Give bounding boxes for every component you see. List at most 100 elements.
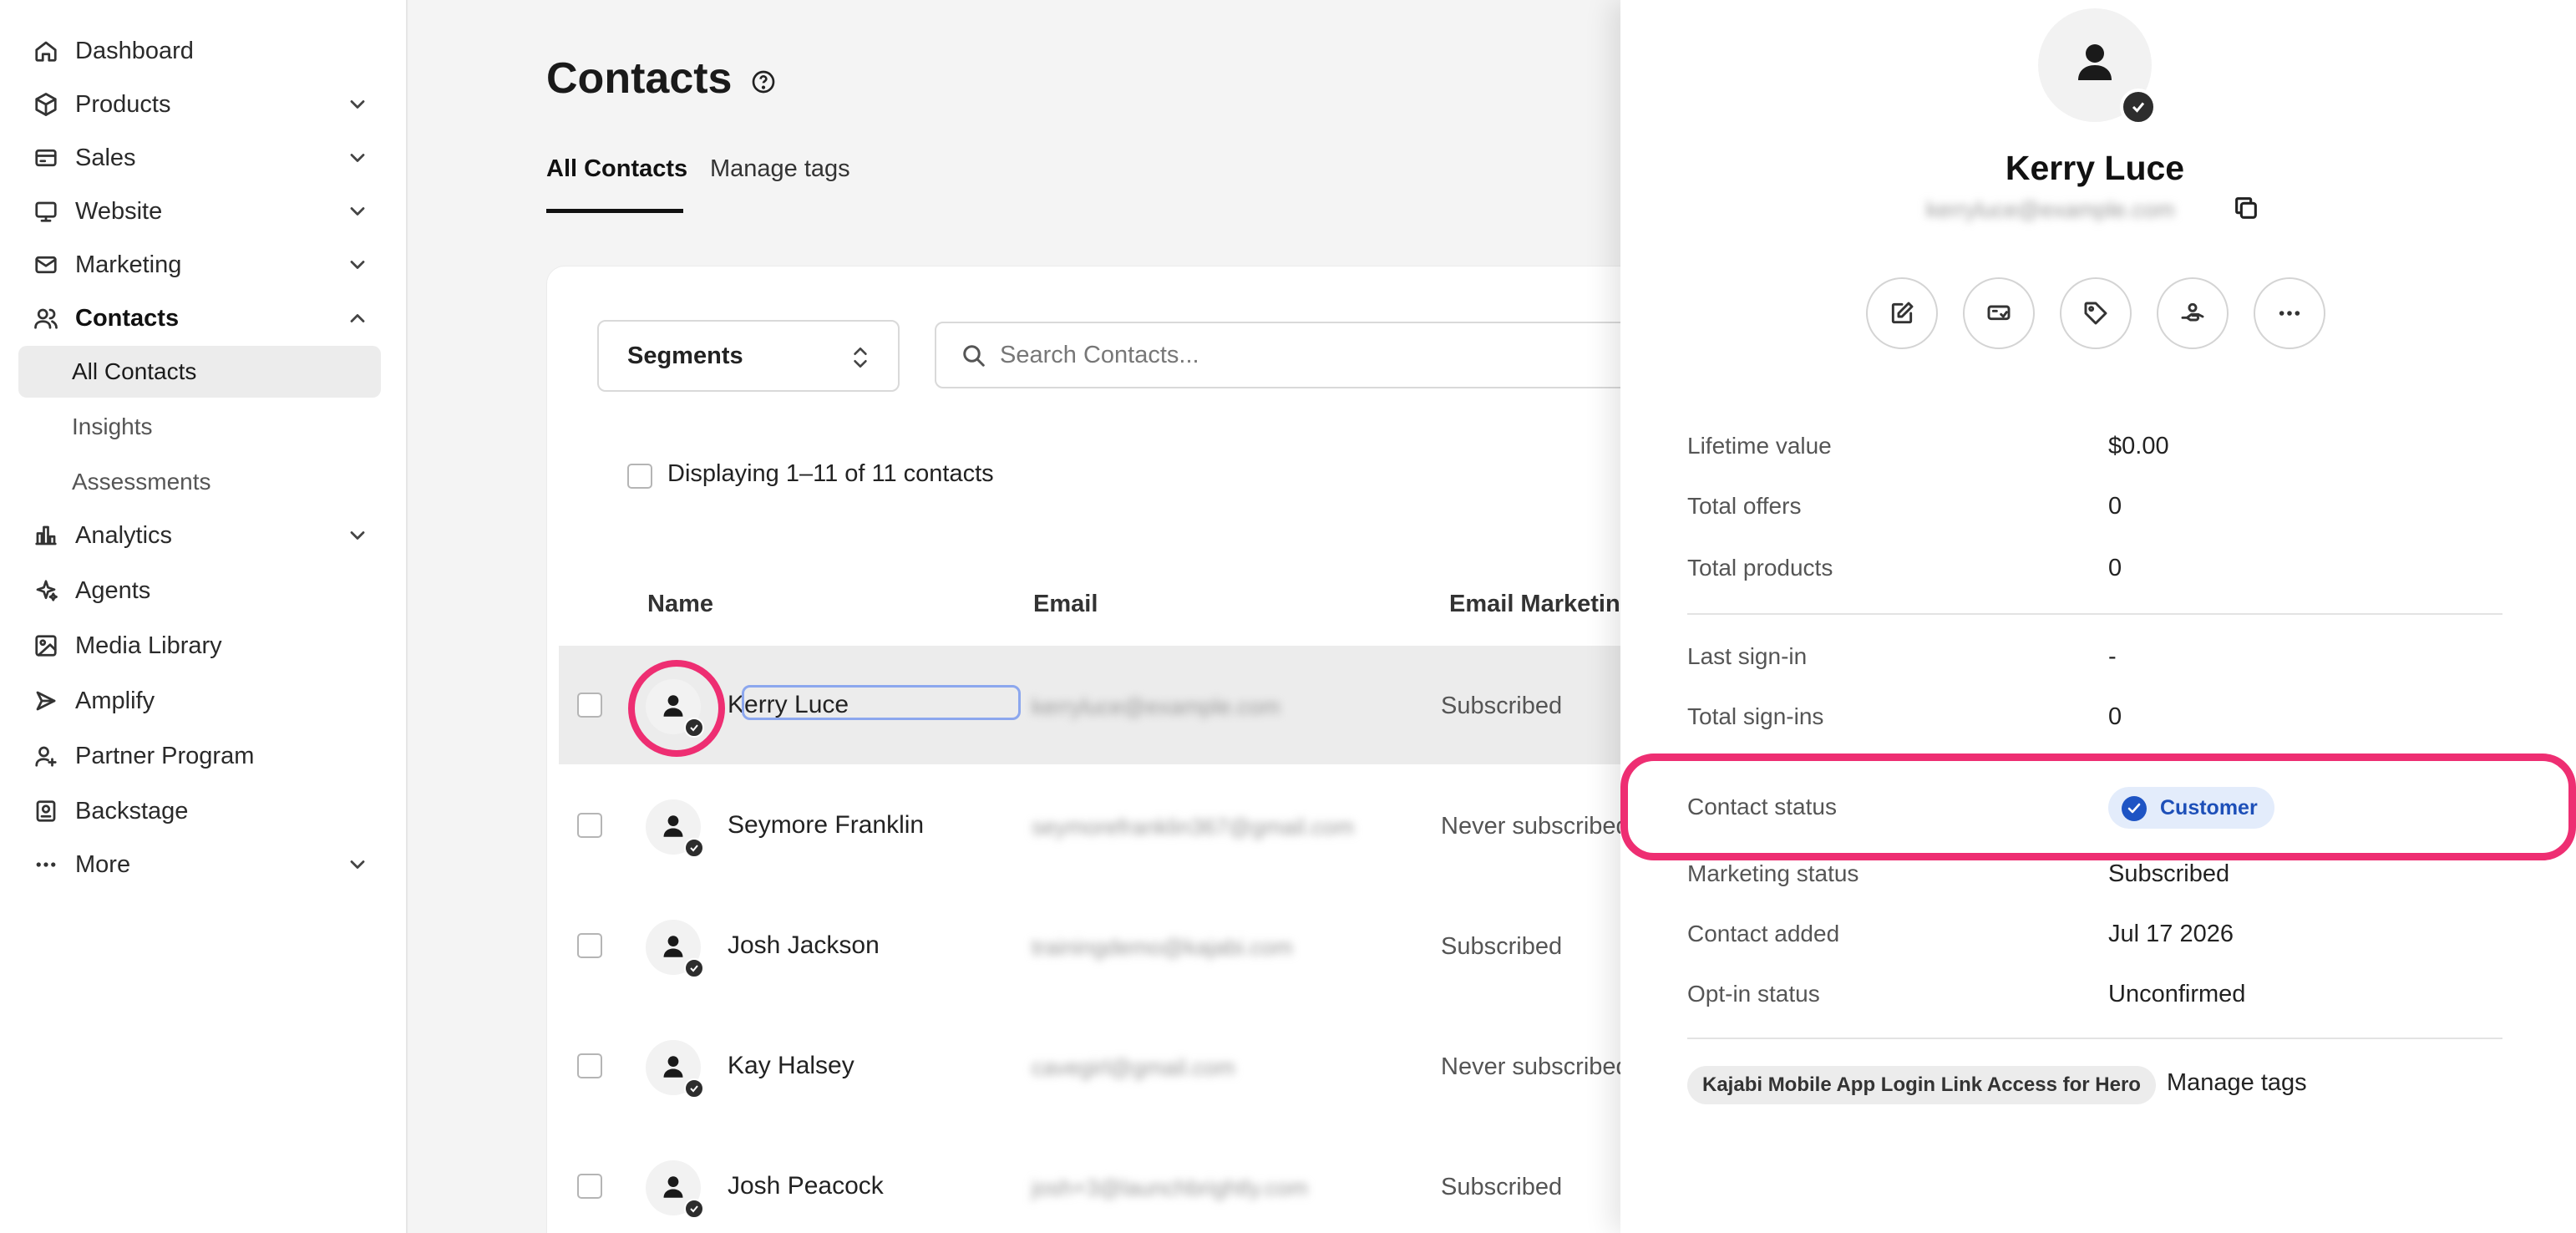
affiliate-button[interactable] — [2157, 277, 2229, 349]
sidebar-item-website[interactable]: Website — [18, 185, 381, 237]
table-row[interactable]: Kay Halsey cavegirl@gmail.com Never subs… — [559, 1007, 1728, 1125]
total-sign-ins-value: 0 — [2108, 703, 2122, 730]
copy-icon[interactable] — [2232, 194, 2260, 222]
avatar — [2038, 8, 2157, 125]
edit-button[interactable] — [1866, 277, 1938, 349]
sidebar-item-sales[interactable]: Sales — [18, 132, 381, 184]
row-checkbox[interactable] — [577, 933, 602, 958]
column-header-email-marketing[interactable]: Email Marketing — [1449, 591, 1635, 618]
sidebar-item-label: Sales — [75, 144, 136, 171]
row-checkbox[interactable] — [577, 813, 602, 838]
sidebar-item-label: Agents — [75, 576, 151, 604]
table-row[interactable]: Seymore Franklin seymorefranklin367@gmai… — [559, 766, 1728, 885]
avatar — [646, 1040, 704, 1099]
info-label: Contact added — [1687, 921, 1840, 946]
ellipsis-icon — [2279, 311, 2300, 316]
row-checkbox[interactable] — [577, 693, 602, 718]
chevron-down-icon[interactable] — [346, 93, 369, 116]
users-icon — [32, 304, 60, 332]
sidebar-subitem-insights[interactable]: Insights — [18, 401, 381, 453]
info-label: Last sign-in — [1687, 643, 1808, 669]
chevron-down-icon[interactable] — [346, 200, 369, 223]
tab-manage-tags[interactable]: Manage tags — [710, 155, 850, 183]
sidebar-item-label: Products — [75, 90, 171, 118]
grant-access-button[interactable] — [1963, 277, 2035, 349]
chevron-down-icon[interactable] — [346, 524, 369, 547]
lifetime-value: $0.00 — [2108, 433, 2169, 459]
avatar — [646, 920, 704, 978]
person-icon — [663, 1056, 683, 1078]
tag-chip[interactable]: Kajabi Mobile App Login Link Access for … — [1687, 1066, 2156, 1104]
contact-name[interactable]: Josh Jackson — [728, 931, 880, 960]
name-edit-focus-ring — [742, 685, 1021, 720]
total-offers-value: 0 — [2108, 493, 2122, 520]
person-icon — [663, 1176, 683, 1198]
column-header-email[interactable]: Email — [1033, 591, 1098, 618]
person-plus-icon — [32, 742, 60, 770]
segments-select[interactable]: Segments — [597, 320, 900, 392]
row-checkbox[interactable] — [577, 1053, 602, 1078]
avatar — [646, 799, 704, 858]
sidebar-item-contacts[interactable]: Contacts — [18, 292, 381, 344]
chevron-down-icon[interactable] — [346, 253, 369, 277]
sidebar-item-label: Dashboard — [75, 37, 194, 64]
search-input[interactable]: Search Contacts... — [935, 322, 1720, 388]
sidebar-item-analytics[interactable]: Analytics — [18, 510, 381, 561]
divider — [1687, 613, 2502, 615]
chevron-up-icon[interactable] — [346, 307, 369, 330]
sidebar-item-more[interactable]: More — [18, 839, 381, 890]
contact-email: trainingdemo@kajabi.com — [1032, 935, 1293, 960]
credit-card-icon — [32, 144, 60, 172]
image-icon — [32, 632, 60, 660]
manage-tags-link[interactable]: Manage tags — [2167, 1069, 2307, 1097]
contact-email: cavegirl@gmail.com — [1032, 1055, 1235, 1080]
marketing-status-value: Subscribed — [2108, 860, 2230, 887]
help-icon[interactable] — [750, 68, 777, 95]
sidebar-item-partner-program[interactable]: Partner Program — [18, 730, 381, 782]
person-icon — [663, 936, 683, 957]
row-checkbox[interactable] — [577, 1174, 602, 1199]
add-tag-button[interactable] — [2060, 277, 2132, 349]
table-row[interactable]: Josh Jackson trainingdemo@kajabi.com Sub… — [559, 886, 1728, 1005]
sidebar-item-marketing[interactable]: Marketing — [18, 239, 381, 291]
contact-name[interactable]: Josh Peacock — [728, 1172, 884, 1200]
sidebar-item-agents[interactable]: Agents — [18, 565, 381, 616]
chevron-down-icon[interactable] — [346, 146, 369, 170]
sidebar-item-amplify[interactable]: Amplify — [18, 675, 381, 727]
sparkle-icon — [32, 576, 60, 605]
sidebar-item-dashboard[interactable]: Dashboard — [18, 25, 381, 77]
table-row[interactable]: Josh Peacock josh+3@launchbrightly.com S… — [559, 1127, 1728, 1233]
tab-all-contacts[interactable]: All Contacts — [546, 155, 687, 183]
contact-email: josh+3@launchbrightly.com — [1032, 1175, 1308, 1200]
person-icon — [2078, 44, 2112, 80]
table-row[interactable]: Kerry Luce kerryluce@example.com Subscri… — [559, 646, 1728, 764]
access-card-icon — [1987, 305, 2011, 321]
sidebar-subitem-assessments[interactable]: Assessments — [18, 456, 381, 508]
sidebar-subitem-all-contacts[interactable]: All Contacts — [18, 346, 381, 398]
info-label: Total products — [1687, 555, 1833, 581]
more-actions-button[interactable] — [2254, 277, 2325, 349]
sidebar-item-label: Website — [75, 197, 163, 225]
verified-badge-icon — [684, 958, 704, 978]
contact-name[interactable]: Seymore Franklin — [728, 811, 924, 840]
sidebar-item-media-library[interactable]: Media Library — [18, 620, 381, 672]
contact-name[interactable]: Kay Halsey — [728, 1052, 854, 1080]
total-products-value: 0 — [2108, 555, 2122, 581]
sidebar-item-label: Amplify — [75, 687, 155, 714]
bar-chart-icon — [32, 521, 60, 550]
email-marketing-status: Subscribed — [1441, 1174, 1563, 1200]
home-icon — [32, 37, 60, 65]
sidebar-item-label: Backstage — [75, 797, 189, 825]
sidebar-item-label: Media Library — [75, 632, 222, 659]
sidebar-item-label: Analytics — [75, 521, 173, 549]
sidebar-item-products[interactable]: Products — [18, 79, 381, 130]
chevron-down-icon[interactable] — [346, 853, 369, 876]
ellipsis-icon — [32, 850, 60, 879]
edit-icon — [1891, 302, 1914, 324]
sidebar-item-backstage[interactable]: Backstage — [18, 785, 381, 837]
column-header-name[interactable]: Name — [647, 591, 713, 618]
contacts-card: Segments Search Contacts... Displaying 1… — [546, 266, 1728, 1233]
info-label: Total offers — [1687, 493, 1802, 519]
select-all-checkbox[interactable] — [627, 464, 652, 489]
hand-user-icon — [2181, 302, 2204, 322]
